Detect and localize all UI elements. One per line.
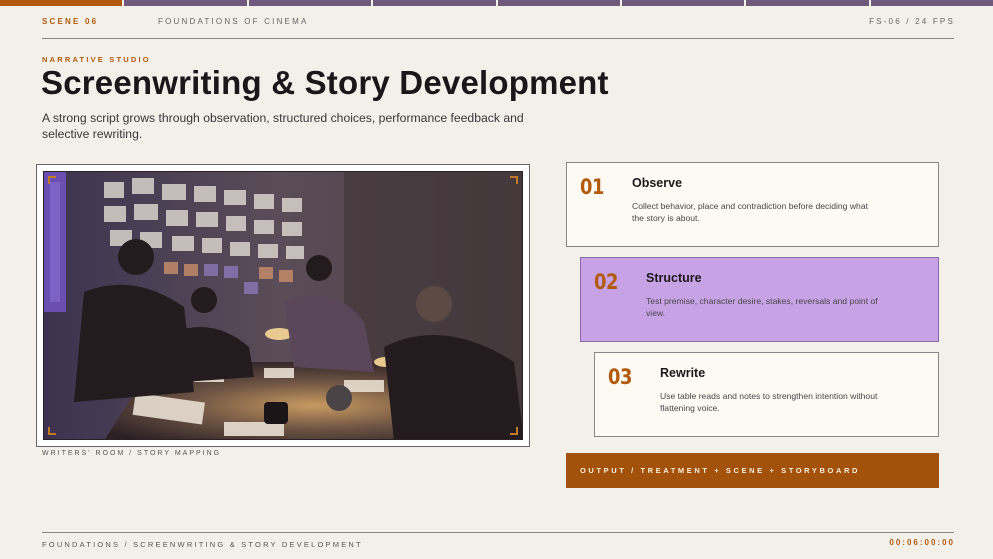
photo-caption: WRITERS' ROOM / STORY MAPPING [42,450,222,457]
frame-info: FS-06 / 24 FPS [869,17,955,26]
timecode: 00:06:00:00 [889,538,955,547]
page-title: Screenwriting & Story Development [41,64,609,101]
footer-divider [42,532,954,533]
progress-segment-active[interactable] [0,0,123,6]
footer-path: FOUNDATIONS / SCREENWRITING & STORY DEVE… [42,540,363,549]
progress-bar [0,0,993,6]
step-title: Observe [632,176,683,190]
step-description: Collect behavior, place and contradictio… [632,201,869,223]
step-number: 01 [580,175,604,199]
progress-segment[interactable] [248,0,372,6]
step-title: Rewrite [660,366,706,380]
slide-header: SCENE 06 FOUNDATIONS OF CINEMA FS-06 / 2… [42,17,955,26]
writers-room-photo [43,171,523,440]
step-title: Structure [646,271,702,285]
progress-segment[interactable] [621,0,745,6]
step-number: 03 [608,365,632,389]
progress-segment[interactable] [497,0,620,6]
frame-corner [510,176,518,184]
header-divider [42,38,954,39]
course-label: FOUNDATIONS OF CINEMA [158,17,309,26]
output-bar: OUTPUT / TREATMENT + SCENE + STORYBOARD [566,453,939,488]
frame-corner [48,427,56,435]
step-observe[interactable]: 01 Observe Collect behavior, place and c… [566,162,939,247]
step-description: Test premise, character desire, stakes, … [646,296,878,318]
progress-segment[interactable] [870,0,993,6]
eyebrow: NARRATIVE STUDIO [42,55,151,64]
step-number: 02 [594,270,618,294]
frame-corner [510,427,518,435]
scene-label: SCENE 06 [42,17,99,26]
step-rewrite[interactable]: 03 Rewrite Use table reads and notes to … [594,352,939,437]
subtitle: A strong script grows through observatio… [42,111,524,141]
progress-segment[interactable] [746,0,869,6]
step-description: Use table reads and notes to strengthen … [660,391,878,413]
progress-segment[interactable] [124,0,247,6]
step-structure[interactable]: 02 Structure Test premise, character des… [580,257,939,342]
photo-frame [36,164,530,447]
progress-segment[interactable] [373,0,496,6]
frame-corner [48,176,56,184]
